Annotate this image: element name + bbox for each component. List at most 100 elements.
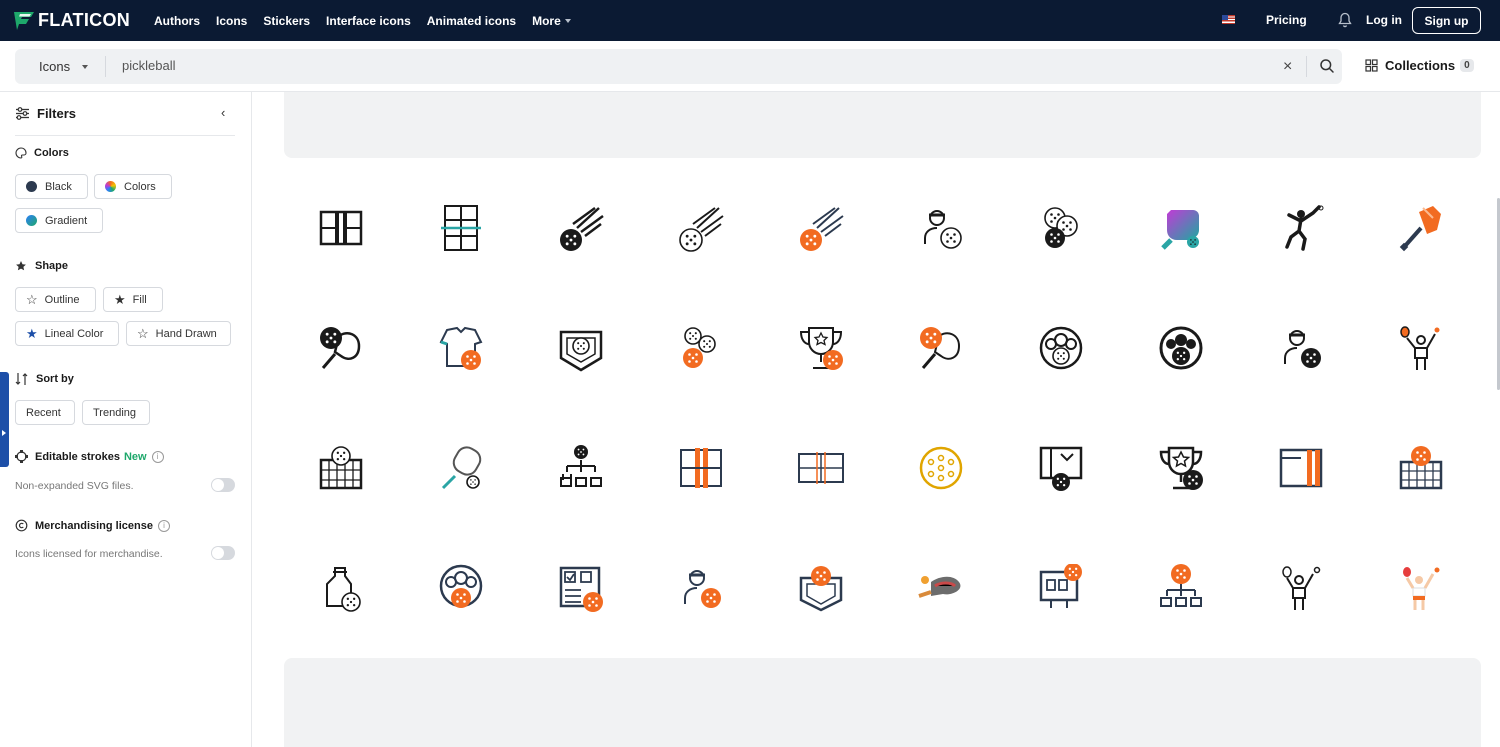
login-link[interactable]: Log in [1366, 13, 1402, 27]
icon-result-item[interactable] [1241, 288, 1361, 408]
pricing-link[interactable]: Pricing [1266, 13, 1307, 27]
court-lines-icon [441, 205, 481, 251]
icon-result-item[interactable] [521, 528, 641, 648]
icon-result-item[interactable] [761, 528, 881, 648]
filter-black-chip[interactable]: Black [15, 174, 88, 199]
nav-authors[interactable]: Authors [154, 14, 200, 28]
nav-animated-icons[interactable]: Animated icons [427, 14, 516, 28]
strokes-toggle[interactable] [211, 478, 235, 492]
filter-outline-chip[interactable]: ☆ Outline [15, 287, 96, 312]
filter-hand-drawn-chip[interactable]: ☆ Hand Drawn [126, 321, 231, 346]
icon-result-item[interactable] [881, 408, 1001, 528]
collections-button[interactable]: Collections 0 [1365, 58, 1474, 73]
icon-result-item[interactable] [1361, 528, 1481, 648]
balls-group-icon [683, 327, 716, 368]
icon-result-item[interactable] [521, 288, 641, 408]
gradient-swatch-icon [26, 215, 37, 226]
icon-result-item[interactable] [401, 168, 521, 288]
icon-result-item[interactable] [1121, 528, 1241, 648]
icon-result-item[interactable] [1001, 528, 1121, 648]
icon-result-item[interactable] [1001, 288, 1121, 408]
icon-result-item[interactable] [1121, 408, 1241, 528]
trending-label: Trending [93, 406, 137, 419]
nav-icons[interactable]: Icons [216, 14, 247, 28]
icon-result-item[interactable] [761, 288, 881, 408]
sort-icon [15, 373, 28, 385]
icon-result-item[interactable] [401, 288, 521, 408]
icon-result-item[interactable] [521, 168, 641, 288]
player-ball-icon [924, 210, 962, 249]
ad-banner-bottom [284, 658, 1481, 747]
icon-result-item[interactable] [641, 168, 761, 288]
icon-result-item[interactable] [881, 168, 1001, 288]
bell-icon[interactable] [1338, 12, 1352, 28]
search-input[interactable]: pickleball [122, 58, 175, 73]
filter-colors-chip[interactable]: Colors [94, 174, 172, 199]
filters-header: Filters [15, 106, 76, 121]
close-icon[interactable]: × [1283, 58, 1292, 76]
icon-result-item[interactable] [1361, 168, 1481, 288]
icon-result-item[interactable] [881, 288, 1001, 408]
icon-result-item[interactable] [641, 288, 761, 408]
icon-result-item[interactable] [281, 528, 401, 648]
ball-comet-orange-icon [800, 207, 844, 251]
tournament-bracket-icon [560, 445, 602, 487]
paddle-orange-icon [1399, 206, 1441, 252]
icon-result-item[interactable] [1121, 288, 1241, 408]
icon-result-item[interactable] [641, 408, 761, 528]
sort-trending-chip[interactable]: Trending [82, 400, 150, 425]
filter-gradient-chip[interactable]: Gradient [15, 208, 103, 233]
icon-result-item[interactable] [641, 528, 761, 648]
nav-stickers[interactable]: Stickers [263, 14, 310, 28]
sliders-icon [16, 107, 29, 120]
search-icon[interactable] [1319, 58, 1335, 74]
filter-lineal-color-chip[interactable]: ★ Lineal Color [15, 321, 119, 346]
icon-result-item[interactable] [761, 168, 881, 288]
icon-result-item[interactable] [281, 408, 401, 528]
icon-result-item[interactable] [521, 408, 641, 528]
jersey-ball-icon [439, 326, 483, 370]
us-flag-icon[interactable] [1222, 15, 1235, 24]
icon-result-item[interactable] [1121, 168, 1241, 288]
signup-button[interactable]: Sign up [1412, 7, 1481, 34]
star-sketch-icon: ☆ [137, 326, 149, 341]
icon-result-item[interactable] [401, 408, 521, 528]
ball-comet-outline-icon [679, 207, 724, 252]
icon-result-item[interactable] [1001, 408, 1121, 528]
trophy-ball-icon [799, 327, 843, 370]
top-navbar: FLATICON Authors Icons Stickers Interfac… [0, 0, 1500, 41]
icon-result-item[interactable] [401, 528, 521, 648]
icon-result-item[interactable] [1241, 168, 1361, 288]
icon-result-item[interactable] [1241, 528, 1361, 648]
search-type-select[interactable]: Icons [39, 59, 70, 74]
icon-result-item[interactable] [881, 528, 1001, 648]
icon-result-item[interactable] [1241, 408, 1361, 528]
collections-count-badge: 0 [1460, 59, 1474, 72]
chevron-down-icon[interactable] [82, 65, 88, 69]
icon-result-item[interactable] [761, 408, 881, 528]
search-row: Icons pickleball × Collections 0 [0, 41, 1500, 92]
icon-result-item[interactable] [1001, 168, 1121, 288]
info-icon[interactable]: i [157, 519, 170, 532]
icon-result-item[interactable] [1361, 408, 1481, 528]
icon-results-grid [281, 168, 1481, 650]
shapes-icon [16, 261, 26, 271]
shape-section-label: Shape [15, 260, 68, 272]
info-icon[interactable]: i [151, 450, 164, 463]
feedback-tab[interactable] [0, 372, 9, 467]
nav-interface-icons[interactable]: Interface icons [326, 14, 411, 28]
sort-recent-chip[interactable]: Recent [15, 400, 75, 425]
filter-fill-chip[interactable]: ★ Fill [103, 287, 163, 312]
icon-result-item[interactable] [281, 168, 401, 288]
icon-result-item[interactable] [1361, 288, 1481, 408]
chevron-left-icon[interactable]: ‹ [221, 105, 225, 120]
coach-orange-ball-icon [684, 570, 721, 608]
player-color-icon [1403, 567, 1440, 610]
nav-more[interactable]: More [532, 14, 571, 28]
icon-result-item[interactable] [281, 288, 401, 408]
flaticon-logo[interactable]: FLATICON [14, 10, 130, 31]
grid-icon [1365, 59, 1378, 72]
merch-toggle[interactable] [211, 546, 235, 560]
collections-label: Collections [1385, 58, 1456, 73]
board-ball-icon [1039, 564, 1082, 608]
